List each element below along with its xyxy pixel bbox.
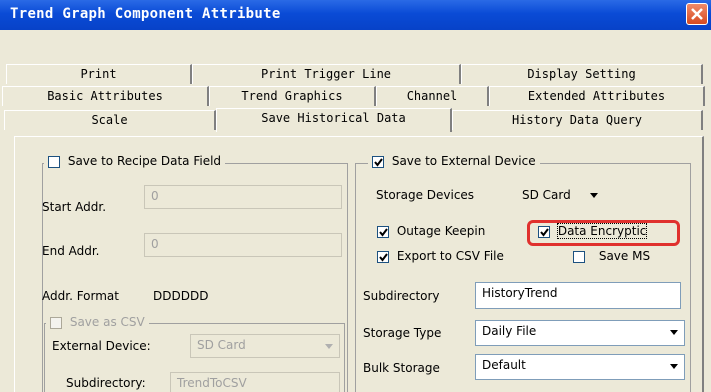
- window-title: Trend Graph Component Attribute: [10, 6, 281, 22]
- recipe-checkbox-row[interactable]: Save to Recipe Data Field: [44, 154, 226, 168]
- bulk-storage-label: Bulk Storage: [363, 361, 440, 375]
- check-icon: [379, 227, 388, 237]
- tab-display-setting[interactable]: Display Setting: [461, 64, 703, 84]
- end-addr-label: End Addr.: [42, 244, 100, 258]
- addr-format-value: DDDDDD: [153, 289, 209, 303]
- subdirectory-label: Subdirectory: [363, 289, 440, 303]
- storage-devices-select[interactable]: SD Card: [522, 188, 604, 208]
- tab-print-trigger-line[interactable]: Print Trigger Line: [192, 64, 461, 84]
- save-csv-row[interactable]: Save as CSV: [46, 315, 149, 329]
- export-csv-checkbox[interactable]: [377, 250, 389, 263]
- outage-keepin-row[interactable]: Outage Keepin: [377, 224, 485, 238]
- save-ms-checkbox[interactable]: [573, 250, 585, 263]
- external-device-label: External Device:: [52, 339, 151, 353]
- check-icon: [374, 157, 383, 167]
- check-icon: [540, 227, 549, 237]
- save-ms-row[interactable]: Save MS: [573, 249, 650, 263]
- tab-print[interactable]: Print: [6, 64, 192, 84]
- data-encryptic-checkbox[interactable]: [538, 225, 550, 238]
- close-button[interactable]: [686, 3, 708, 25]
- tab-scale[interactable]: Scale: [4, 110, 216, 130]
- tab-extended-attributes[interactable]: Extended Attributes: [489, 86, 705, 106]
- addr-format-label: Addr. Format: [42, 289, 119, 303]
- save-ms-label: Save MS: [598, 249, 651, 263]
- storage-type-select[interactable]: Daily File: [475, 320, 685, 346]
- storage-type-value: Daily File: [482, 324, 537, 338]
- csv-subdirectory-label: Subdirectory:: [66, 376, 146, 390]
- chevron-down-icon: [590, 193, 598, 198]
- start-addr-label: Start Addr.: [42, 200, 107, 214]
- tab-channel[interactable]: Channel: [376, 86, 489, 106]
- check-icon: [379, 252, 388, 262]
- export-csv-label: Export to CSV File: [396, 249, 504, 263]
- external-device-value: SD Card: [197, 338, 246, 352]
- end-addr-input[interactable]: 0: [144, 233, 342, 257]
- outage-keepin-checkbox[interactable]: [377, 225, 389, 238]
- external-checkbox-row[interactable]: Save to External Device: [368, 154, 540, 168]
- data-encryptic-row[interactable]: Data Encryptic: [538, 223, 648, 239]
- tab-strip: Print Print Trigger Line Display Setting…: [0, 30, 711, 138]
- data-encryptic-label: Data Encryptic: [556, 223, 648, 239]
- chevron-down-icon: [670, 330, 678, 335]
- storage-devices-value: SD Card: [522, 188, 571, 202]
- title-bar: Trend Graph Component Attribute: [0, 0, 711, 30]
- recipe-label: Save to Recipe Data Field: [67, 154, 222, 168]
- tab-basic-attributes[interactable]: Basic Attributes: [2, 86, 209, 106]
- tab-save-historical-data[interactable]: Save Historical Data: [216, 108, 452, 132]
- save-csv-checkbox[interactable]: [50, 316, 62, 329]
- external-label: Save to External Device: [391, 154, 536, 168]
- storage-type-label: Storage Type: [363, 326, 442, 340]
- bulk-storage-select[interactable]: Default: [475, 354, 685, 380]
- save-csv-label: Save as CSV: [69, 315, 145, 329]
- tab-history-data-query[interactable]: History Data Query: [452, 110, 703, 130]
- bulk-storage-value: Default: [482, 358, 526, 372]
- storage-devices-label: Storage Devices: [376, 188, 475, 202]
- external-device-select[interactable]: SD Card: [190, 334, 340, 358]
- chevron-down-icon: [325, 344, 333, 349]
- csv-subdirectory-input[interactable]: TrendToCSV: [170, 372, 340, 392]
- subdirectory-input[interactable]: HistoryTrend: [475, 282, 681, 309]
- export-csv-row[interactable]: Export to CSV File: [377, 249, 504, 263]
- chevron-down-icon: [670, 364, 678, 369]
- start-addr-input[interactable]: 0: [144, 185, 342, 209]
- tab-trend-graphics[interactable]: Trend Graphics: [209, 86, 376, 106]
- close-icon: [691, 8, 703, 20]
- external-checkbox[interactable]: [372, 155, 384, 168]
- recipe-checkbox[interactable]: [48, 155, 60, 168]
- outage-keepin-label: Outage Keepin: [396, 224, 486, 238]
